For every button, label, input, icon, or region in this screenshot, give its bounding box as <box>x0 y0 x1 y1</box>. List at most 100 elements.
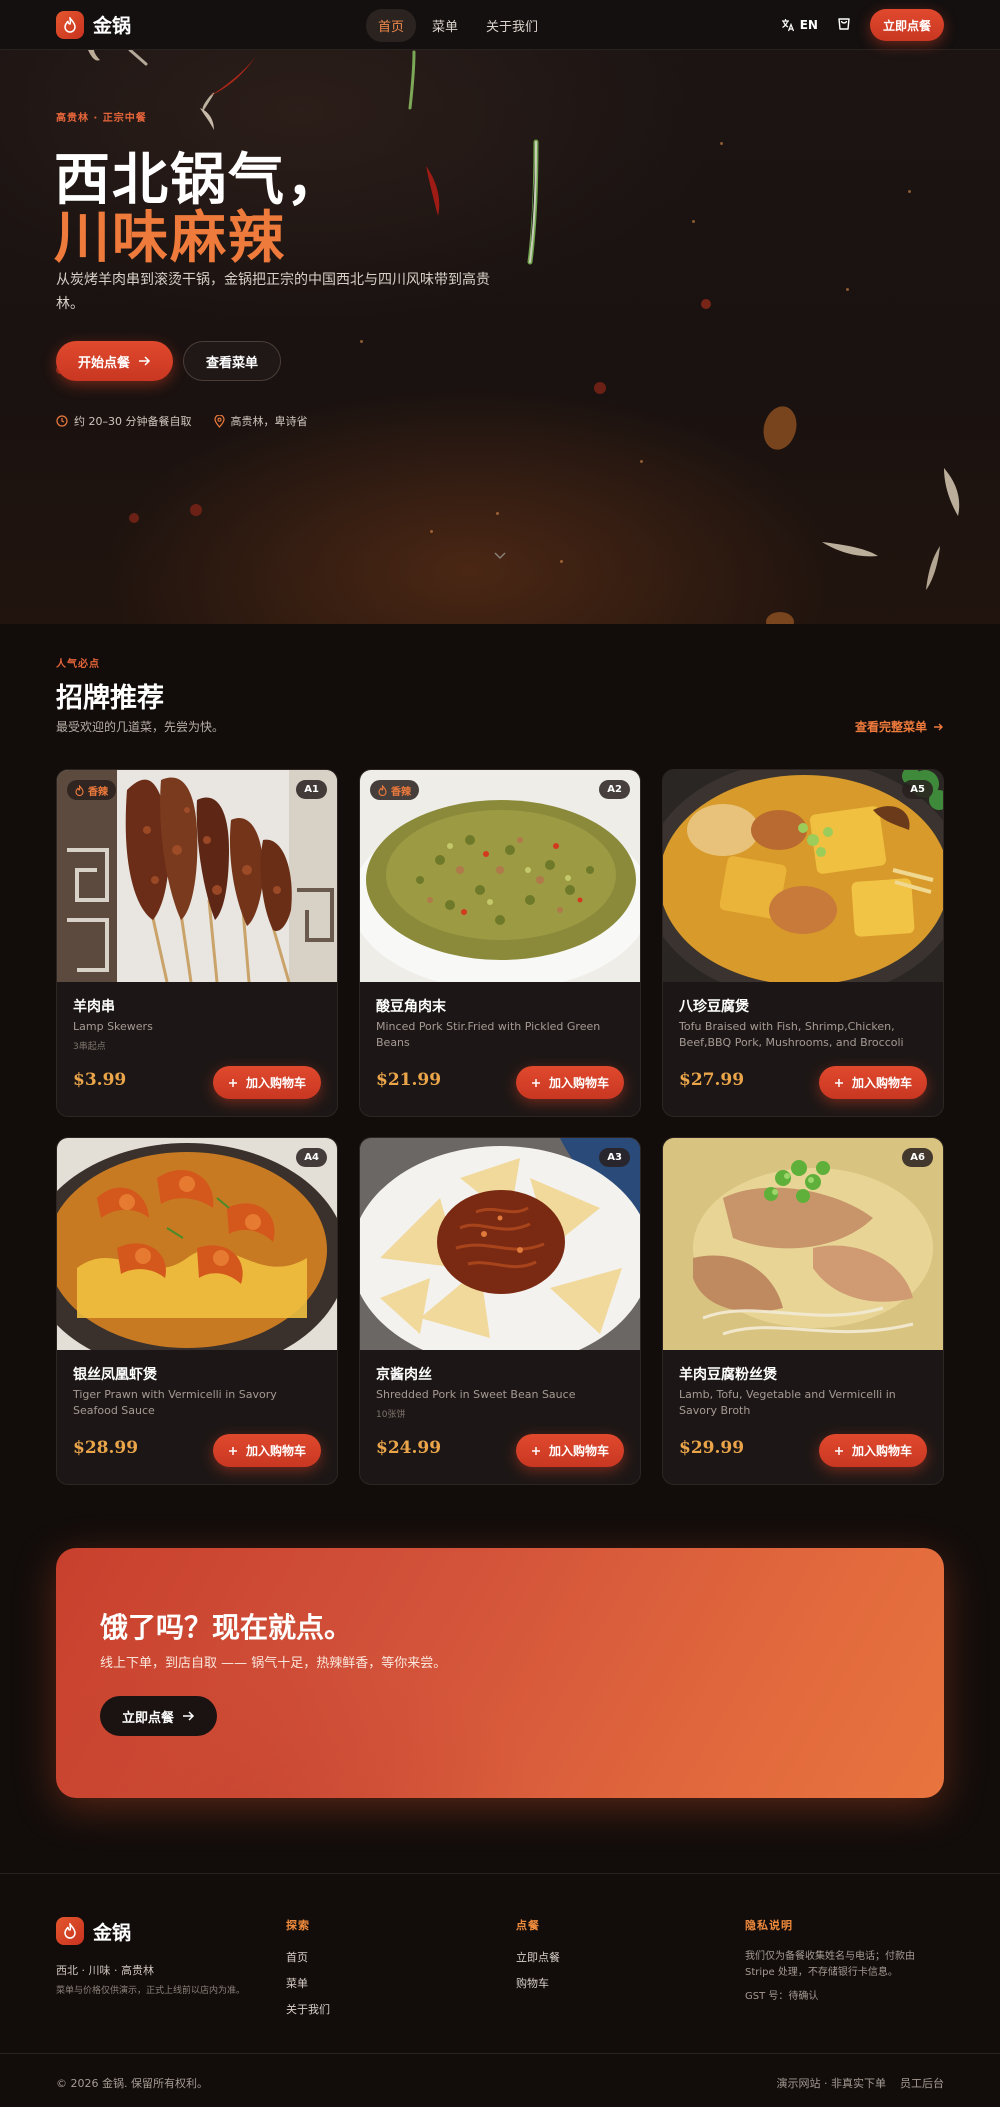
footer-link-menu[interactable]: 菜单 <box>286 1975 330 1991</box>
spicy-badge: 香辣 <box>370 780 419 800</box>
dish-english-name: Tiger Prawn with Vermicelli in Savory Se… <box>73 1388 277 1417</box>
add-to-cart-label: 加入购物车 <box>851 1444 912 1458</box>
section-title: 招牌推荐 <box>56 683 164 714</box>
footer-privacy-text: 我们仅为备餐收集姓名与电话；付款由 Stripe 处理，不存储银行卡信息。 <box>745 1951 915 1978</box>
dish-name: 酸豆角肉末 <box>376 999 446 1015</box>
footer-gst: GST 号：待确认 <box>745 1991 819 2002</box>
footer-link-cart[interactable]: 购物车 <box>516 1975 560 1991</box>
add-to-cart-button[interactable]: 加入购物车 <box>212 1434 321 1467</box>
staff-admin-link[interactable]: 员工后台 <box>900 2075 944 2091</box>
footer-brand-note: 菜单与价格仅供演示，正式上线前以店内为准。 <box>56 1986 246 1996</box>
add-to-cart-button[interactable]: 加入购物车 <box>515 1434 624 1467</box>
footer-order-title: 点餐 <box>516 1919 540 1932</box>
map-pin-icon <box>213 414 225 428</box>
footer-link-order-now[interactable]: 立即点餐 <box>516 1949 560 1965</box>
section-eyebrow: 人气必点 <box>56 659 100 670</box>
flame-icon <box>378 784 387 796</box>
view-menu-button[interactable]: 查看菜单 <box>183 341 282 381</box>
dish-price: $24.99 <box>376 1438 442 1458</box>
nav-links: 首页 菜单 关于我们 <box>366 9 550 42</box>
footer-privacy-title: 隐私说明 <box>745 1919 793 1932</box>
dish-english-name: Shredded Pork in Sweet Bean Sauce <box>376 1388 576 1401</box>
hero-title-line2: 川味麻辣 <box>54 206 286 271</box>
dish-code-badge: A6 <box>902 1148 933 1167</box>
dish-photo: 香辣 A1 <box>57 770 337 982</box>
prep-time-text: 约 20–30 分钟备餐自取 <box>74 415 192 428</box>
spicy-label: 香辣 <box>88 786 108 798</box>
dish-english-name: Lamb, Tofu, Vegetable and Vermicelli in … <box>679 1388 896 1417</box>
flame-icon <box>75 784 84 796</box>
arrow-right-icon <box>139 356 151 366</box>
nav-home[interactable]: 首页 <box>366 9 417 42</box>
dish-card[interactable]: A5 八珍豆腐煲 Tofu Braised with Fish, Shrimp,… <box>662 769 944 1117</box>
start-order-button[interactable]: 开始点餐 <box>56 341 174 381</box>
cart-icon[interactable] <box>836 15 852 35</box>
footer-bottom-divider <box>0 2053 1000 2054</box>
nav-order-button[interactable]: 立即点餐 <box>869 9 944 41</box>
location-info: 高贵林，卑诗省 <box>213 413 308 429</box>
dish-code-badge: A4 <box>296 1148 327 1167</box>
dish-english-name: Tofu Braised with Fish, Shrimp,Chicken, … <box>679 1020 904 1049</box>
add-to-cart-label: 加入购物车 <box>548 1444 609 1458</box>
nav-about[interactable]: 关于我们 <box>474 9 550 42</box>
footer-explore: 探索 首页 菜单 关于我们 <box>286 1917 330 2027</box>
full-menu-label: 查看完整菜单 <box>854 720 927 734</box>
dish-code-badge: A1 <box>296 780 327 799</box>
nav-menu[interactable]: 菜单 <box>420 9 470 42</box>
order-cta-banner: 饿了吗？现在就点。 线上下单，到店自取 —— 锅气十足，热辣鲜香，等你来尝。 立… <box>56 1548 944 1798</box>
cta-order-label: 立即点餐 <box>122 1710 175 1726</box>
dish-card[interactable]: 香辣 A1 羊肉串 Lamp Skewers 3串起点 $3.99 加入购物车 <box>56 769 338 1117</box>
dish-note: 3串起点 <box>73 1042 106 1052</box>
location-text: 高贵林，卑诗省 <box>230 415 308 428</box>
cta-order-button[interactable]: 立即点餐 <box>100 1696 218 1736</box>
plus-icon <box>228 1078 237 1087</box>
arrow-right-icon <box>934 723 943 730</box>
flame-icon <box>56 10 84 39</box>
add-to-cart-label: 加入购物车 <box>245 1076 306 1090</box>
dish-card[interactable]: A3 京酱肉丝 Shredded Pork in Sweet Bean Sauc… <box>359 1137 641 1485</box>
add-to-cart-button[interactable]: 加入购物车 <box>818 1066 927 1099</box>
full-menu-link[interactable]: 查看完整菜单 <box>855 718 944 735</box>
dish-name: 八珍豆腐煲 <box>679 999 749 1015</box>
dish-price: $28.99 <box>73 1438 139 1458</box>
dish-price: $3.99 <box>73 1070 127 1090</box>
scroll-down-chevron-icon[interactable] <box>494 552 506 560</box>
footer-explore-title: 探索 <box>286 1919 310 1932</box>
add-to-cart-label: 加入购物车 <box>548 1076 609 1090</box>
dish-card[interactable]: A4 银丝凤凰虾煲 Tiger Prawn with Vermicelli in… <box>56 1137 338 1485</box>
plus-icon <box>834 1446 843 1455</box>
footer-link-about[interactable]: 关于我们 <box>286 2001 330 2017</box>
clock-icon <box>56 415 68 427</box>
arrow-right-icon <box>183 1711 195 1721</box>
dish-code-badge: A2 <box>599 780 630 799</box>
dish-english-name: Minced Pork Stir.Fried with Pickled Gree… <box>376 1020 601 1049</box>
dish-price: $29.99 <box>679 1438 745 1458</box>
footer-link-home[interactable]: 首页 <box>286 1949 330 1965</box>
flame-icon <box>56 1917 84 1945</box>
spicy-label: 香辣 <box>391 786 411 798</box>
dish-photo: A6 <box>663 1138 943 1350</box>
add-to-cart-button[interactable]: 加入购物车 <box>212 1066 321 1099</box>
dish-card[interactable]: 香辣 A2 酸豆角肉末 Minced Pork Stir.Fried with … <box>359 769 641 1117</box>
dish-grid: 香辣 A1 羊肉串 Lamp Skewers 3串起点 $3.99 加入购物车 <box>56 769 944 1485</box>
language-switch[interactable]: EN <box>781 18 818 32</box>
footer-logo[interactable]: 金锅 <box>56 1917 131 1945</box>
brand-logo[interactable]: 金锅 <box>56 10 131 39</box>
section-subtitle: 最受欢迎的几道菜，先尝为快。 <box>56 720 225 734</box>
demo-site-notice[interactable]: 演示网站 · 非真实下单 <box>777 2075 887 2091</box>
footer-brand-name: 金锅 <box>93 1921 132 1944</box>
dish-price: $27.99 <box>679 1070 745 1090</box>
dish-card[interactable]: A6 羊肉豆腐粉丝煲 Lamb, Tofu, Vegetable and Ver… <box>662 1137 944 1485</box>
plus-icon <box>228 1446 237 1455</box>
dish-name: 羊肉豆腐粉丝煲 <box>679 1367 777 1383</box>
add-to-cart-button[interactable]: 加入购物车 <box>515 1066 624 1099</box>
start-order-label: 开始点餐 <box>78 355 131 371</box>
copyright: © 2026 金锅. 保留所有权利。 <box>56 2077 208 2090</box>
footer-order: 点餐 立即点餐 购物车 <box>516 1917 560 2001</box>
dish-code-badge: A5 <box>902 780 933 799</box>
dish-name: 银丝凤凰虾煲 <box>73 1367 157 1383</box>
dish-code-badge: A3 <box>599 1148 630 1167</box>
add-to-cart-button[interactable]: 加入购物车 <box>818 1434 927 1467</box>
prep-time-info: 约 20–30 分钟备餐自取 <box>56 413 192 429</box>
footer-privacy: 隐私说明 我们仅为备餐收集姓名与电话；付款由 Stripe 处理，不存储银行卡信… <box>745 1917 945 2005</box>
